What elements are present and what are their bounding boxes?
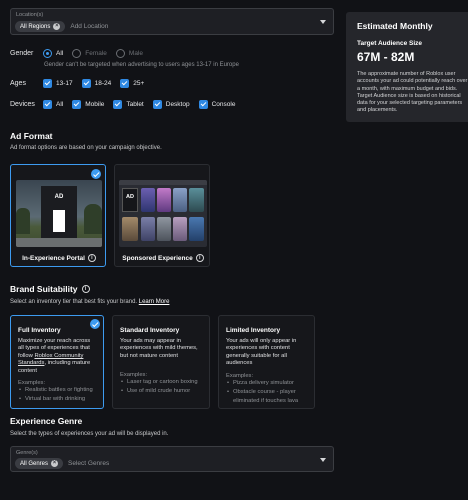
checkbox-checked-icon bbox=[198, 100, 208, 109]
gender-label: Gender bbox=[10, 50, 34, 57]
ages-label: Ages bbox=[10, 80, 26, 87]
info-icon[interactable]: i bbox=[87, 254, 96, 262]
chevron-down-icon[interactable] bbox=[320, 20, 326, 24]
portal-preview-image: AD bbox=[16, 180, 102, 247]
list-item: Virtual bar with drinking bbox=[18, 395, 97, 404]
checkbox-checked-icon bbox=[43, 79, 52, 88]
list-item: Laser tag or cartoon boxing bbox=[120, 378, 203, 387]
age-option-18-24[interactable]: 18-24 bbox=[81, 79, 111, 88]
tier-card-full[interactable]: Full Inventory Maximize your reach acros… bbox=[10, 315, 104, 409]
remove-chip-icon[interactable]: × bbox=[51, 460, 59, 467]
age-option-13-17[interactable]: 13-17 bbox=[43, 79, 73, 88]
genre-field[interactable]: Genre(s) All Genres × Select Genres bbox=[10, 446, 334, 472]
devices-options: All Mobile Tablet Desktop Console bbox=[43, 100, 244, 109]
tier-card-limited[interactable]: Limited Inventory Your ads will only app… bbox=[218, 315, 315, 409]
device-option-mobile[interactable]: Mobile bbox=[72, 100, 104, 109]
list-item: Obstacle course - player eliminated if t… bbox=[226, 388, 308, 406]
chevron-down-icon[interactable] bbox=[320, 458, 326, 462]
estimate-panel: Estimated Monthly Target Audience Size 6… bbox=[346, 12, 468, 122]
brand-suitability-heading: Brand Suitability bbox=[10, 284, 78, 294]
ages-options: 13-17 18-24 25+ bbox=[43, 79, 153, 88]
gender-option-female[interactable]: Female bbox=[72, 49, 107, 58]
list-item: Realistic battles or fighting bbox=[18, 386, 97, 395]
tier-card-standard[interactable]: Standard Inventory Your ads may appear i… bbox=[112, 315, 210, 409]
checkbox-checked-icon bbox=[152, 100, 162, 109]
device-option-console[interactable]: Console bbox=[198, 100, 235, 109]
tier-title: Limited Inventory bbox=[226, 327, 281, 334]
gender-option-all[interactable]: All bbox=[43, 49, 63, 58]
radio-icon bbox=[72, 49, 82, 58]
sponsored-label: Sponsored Experience bbox=[122, 254, 193, 262]
estimate-description: The approximate number of Roblox user ac… bbox=[357, 71, 468, 114]
selected-check-icon bbox=[91, 169, 101, 179]
genre-chip-all-genres[interactable]: All Genres × bbox=[15, 458, 64, 469]
tier-title: Full Inventory bbox=[18, 327, 61, 334]
radio-selected-icon bbox=[43, 49, 52, 58]
location-input[interactable]: Add Location bbox=[70, 23, 108, 30]
experience-genre-heading: Experience Genre bbox=[10, 416, 83, 426]
location-field[interactable]: Location(s) All Regions × Add Location bbox=[10, 8, 334, 35]
portal-label: In-Experience Portal bbox=[22, 254, 85, 262]
devices-label: Devices bbox=[10, 101, 35, 108]
ad-badge: AD bbox=[126, 194, 134, 200]
tier-desc: Your ads will only appear in experiences… bbox=[226, 338, 297, 367]
selected-check-icon bbox=[90, 319, 100, 329]
info-icon[interactable]: i bbox=[81, 285, 90, 293]
ad-badge: AD bbox=[54, 194, 64, 200]
tier-title: Standard Inventory bbox=[120, 327, 180, 334]
remove-chip-icon[interactable]: × bbox=[53, 23, 61, 30]
gender-option-male[interactable]: Male bbox=[115, 49, 143, 58]
info-icon[interactable]: i bbox=[195, 254, 204, 262]
device-option-tablet[interactable]: Tablet bbox=[113, 100, 144, 109]
sponsored-preview-image: AD bbox=[119, 180, 207, 247]
tier-desc: Maximize your reach across all types of … bbox=[18, 338, 91, 374]
device-option-all[interactable]: All bbox=[43, 100, 63, 109]
checkbox-checked-icon bbox=[72, 100, 82, 109]
checkbox-checked-icon bbox=[113, 100, 123, 109]
estimate-range: 67M - 82M bbox=[357, 50, 415, 64]
location-field-label: Location(s) bbox=[16, 12, 44, 18]
gender-options: All Female Male bbox=[43, 49, 152, 58]
learn-more-link[interactable]: Learn More bbox=[139, 299, 170, 305]
checkbox-checked-icon bbox=[120, 79, 130, 88]
location-chip-all-regions[interactable]: All Regions × bbox=[15, 21, 66, 32]
ad-format-heading: Ad Format bbox=[10, 131, 53, 141]
ad-format-card-sponsored[interactable]: AD Sponsored Experience i bbox=[114, 164, 210, 267]
ad-format-desc: Ad format options are based on your camp… bbox=[10, 145, 162, 151]
device-option-desktop[interactable]: Desktop bbox=[152, 100, 190, 109]
estimate-title: Estimated Monthly bbox=[357, 21, 433, 31]
tier-desc: Your ads may appear in experiences with … bbox=[120, 338, 198, 359]
age-option-25-plus[interactable]: 25+ bbox=[120, 79, 144, 88]
estimate-subtitle: Target Audience Size bbox=[357, 40, 423, 47]
checkbox-checked-icon bbox=[43, 100, 52, 109]
gender-note: Gender can't be targeted when advertisin… bbox=[44, 62, 239, 68]
genre-desc: Select the types of experiences your ad … bbox=[10, 431, 169, 437]
brand-desc: Select an inventory tier that best fits … bbox=[10, 299, 170, 305]
ad-format-card-portal[interactable]: AD In-Experience Portal i bbox=[10, 164, 106, 267]
genre-field-label: Genre(s) bbox=[16, 450, 38, 456]
checkbox-checked-icon bbox=[81, 79, 91, 88]
radio-icon bbox=[115, 49, 125, 58]
list-item: Pizza delivery simulator bbox=[226, 379, 308, 388]
genre-input[interactable]: Select Genres bbox=[68, 460, 109, 467]
list-item: Use of mild crude humor bbox=[120, 387, 203, 396]
